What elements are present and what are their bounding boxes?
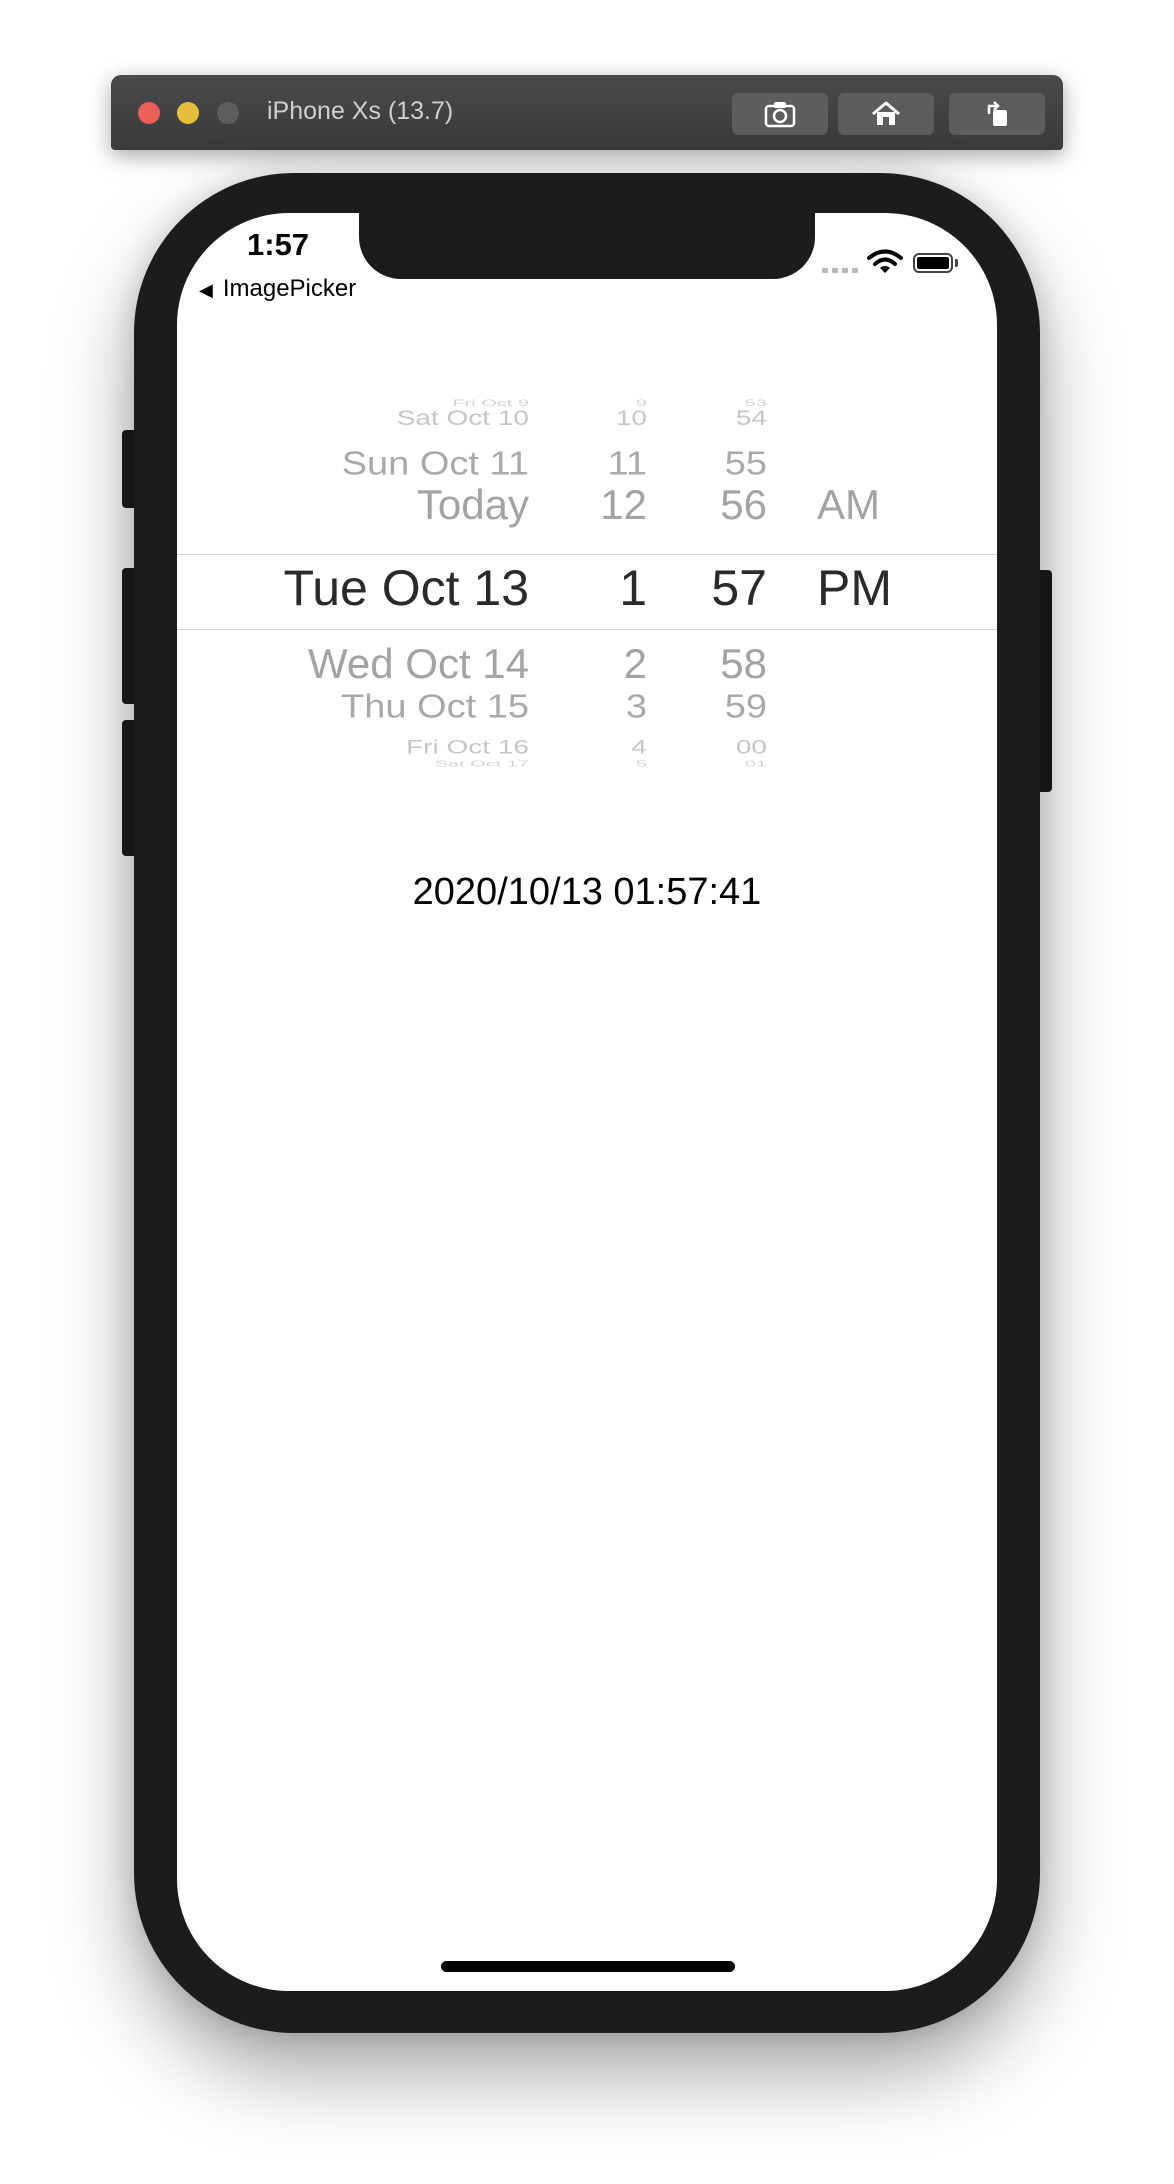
battery-icon bbox=[913, 253, 953, 273]
rotate-button[interactable] bbox=[949, 93, 1045, 135]
picker-minute-item[interactable]: 59 bbox=[725, 690, 767, 723]
rotate-icon bbox=[987, 101, 1007, 126]
picker-date-item[interactable]: Today bbox=[417, 484, 529, 526]
picker-minute-selected[interactable]: 57 bbox=[711, 563, 767, 613]
zoom-window-button[interactable] bbox=[217, 102, 239, 124]
picker-hour-item[interactable]: 10 bbox=[616, 407, 647, 429]
picker-hour-item[interactable]: 2 bbox=[624, 643, 647, 685]
screenshot-button[interactable] bbox=[732, 93, 828, 135]
picker-minute-item[interactable]: 58 bbox=[720, 643, 767, 685]
close-window-button[interactable] bbox=[138, 102, 160, 124]
cellular-signal-icon bbox=[822, 268, 858, 273]
picker-hour-item[interactable]: 11 bbox=[608, 447, 647, 480]
picker-date-item[interactable]: Sun Oct 11 bbox=[342, 447, 529, 480]
picker-ampm-item[interactable]: AM bbox=[817, 484, 880, 526]
picker-date-selected[interactable]: Tue Oct 13 bbox=[284, 563, 529, 613]
picker-date-item[interactable]: Thu Oct 15 bbox=[341, 690, 529, 723]
battery-nub bbox=[955, 259, 958, 267]
picker-date-item[interactable]: Sat Oct 10 bbox=[397, 407, 529, 429]
picker-minute-item[interactable]: 00 bbox=[736, 737, 767, 757]
picker-hour-selected[interactable]: 1 bbox=[619, 563, 647, 613]
back-link-label: ImagePicker bbox=[222, 275, 357, 302]
picker-minute-item[interactable]: 55 bbox=[725, 447, 767, 480]
picker-minute-item[interactable]: 56 bbox=[720, 484, 767, 526]
notch bbox=[359, 213, 815, 279]
picker-ampm-selected[interactable]: PM bbox=[817, 563, 892, 613]
picker-date-item[interactable]: Sat Oct 17 bbox=[435, 760, 530, 768]
selected-date-label: 2020/10/13 01:57:41 bbox=[412, 871, 762, 913]
wifi-icon bbox=[867, 249, 903, 273]
picker-minute-item[interactable]: 54 bbox=[736, 407, 767, 429]
picker-date-item[interactable]: Wed Oct 14 bbox=[308, 643, 529, 685]
picker-date-item[interactable]: Fri Oct 16 bbox=[406, 737, 529, 757]
home-indicator[interactable] bbox=[441, 1961, 735, 1972]
back-triangle-icon: ◀ bbox=[199, 280, 213, 300]
picker-hour-item[interactable]: 4 bbox=[631, 737, 647, 757]
back-to-app-link[interactable]: ◀ ImagePicker bbox=[199, 275, 356, 303]
status-time: 1:57 bbox=[247, 227, 310, 262]
screenshot-icon bbox=[764, 102, 796, 128]
picker-hour-item[interactable]: 5 bbox=[636, 760, 647, 768]
simulator-title: iPhone Xs (13.7) bbox=[267, 97, 454, 125]
home-icon bbox=[872, 101, 900, 125]
picker-hour-item[interactable]: 12 bbox=[600, 484, 647, 526]
picker-hour-item[interactable]: 3 bbox=[626, 690, 647, 723]
simulator-toolbar: iPhone Xs (13.7) bbox=[111, 75, 1063, 150]
minimize-window-button[interactable] bbox=[177, 102, 199, 124]
date-time-picker[interactable]: Fri Oct 9 Sat Oct 10 Sun Oct 11 Today Tu… bbox=[177, 388, 997, 788]
picker-minute-item[interactable]: 01 bbox=[745, 760, 767, 768]
phone-screen: 1:57 ◀ ImagePicker Fri Oct 9 Sat Oct 10 S… bbox=[177, 213, 997, 1991]
home-button[interactable] bbox=[838, 93, 934, 135]
